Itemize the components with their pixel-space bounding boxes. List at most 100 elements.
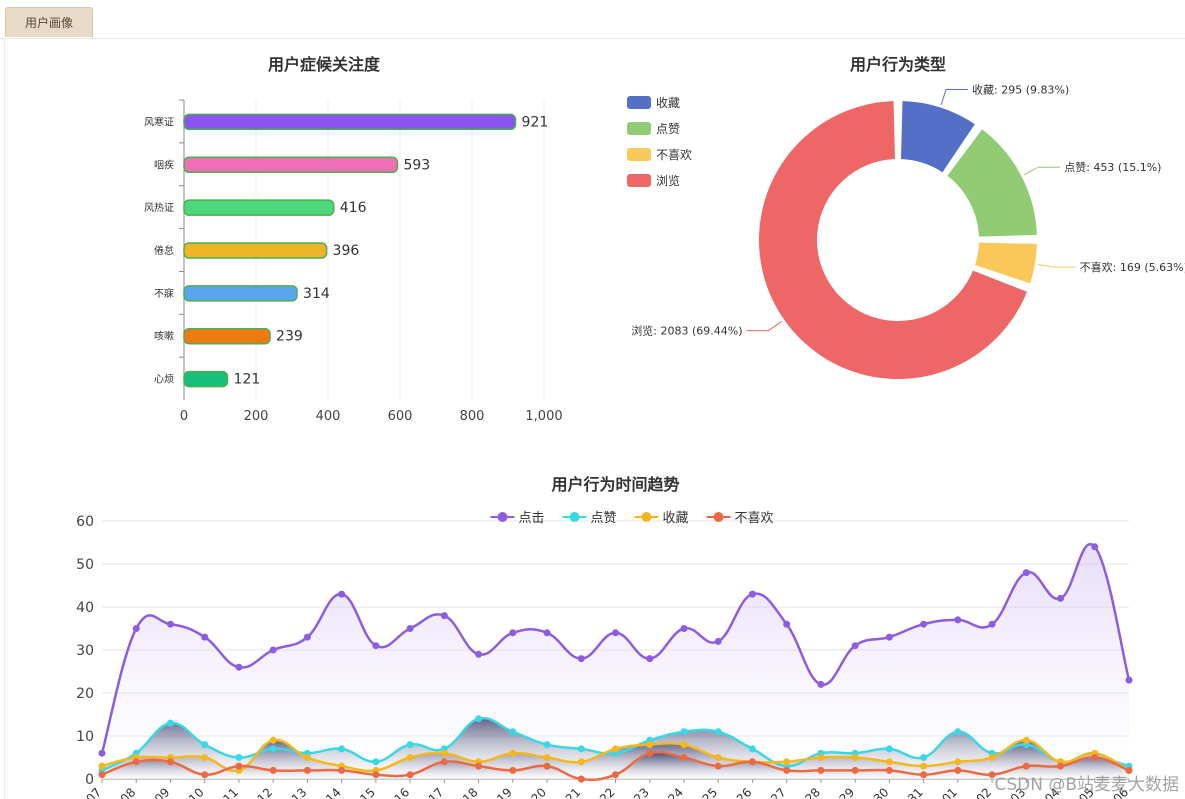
legend-dot-不喜欢[interactable] [713,512,724,522]
point-点赞[interactable] [475,715,483,723]
point-点击[interactable] [680,625,688,632]
point-收藏[interactable] [509,749,517,757]
point-点击[interactable] [646,655,654,663]
point-点击[interactable] [612,629,619,637]
point-不喜欢[interactable] [612,771,619,779]
point-点击[interactable] [817,680,825,688]
point-点赞[interactable] [954,728,962,736]
point-点击[interactable] [303,633,311,641]
point-点击[interactable] [1057,594,1065,602]
point-点击[interactable] [166,620,174,628]
point-收藏[interactable] [1022,736,1030,744]
point-收藏[interactable] [269,736,277,744]
point-收藏[interactable] [612,745,619,753]
legend-swatch-不喜欢[interactable] [627,148,651,161]
point-点赞[interactable] [269,745,277,753]
point-不喜欢[interactable] [509,766,517,774]
point-点击[interactable] [338,590,346,598]
point-不喜欢[interactable] [577,775,585,783]
legend-swatch-点赞[interactable] [627,122,651,135]
point-点击[interactable] [235,663,243,671]
point-点击[interactable] [851,642,859,650]
point-点击[interactable] [577,655,585,663]
point-点击[interactable] [1022,569,1030,577]
point-收藏[interactable] [406,754,414,761]
point-不喜欢[interactable] [98,771,106,779]
point-不喜欢[interactable] [714,762,722,770]
point-不喜欢[interactable] [543,762,551,770]
point-点击[interactable] [440,612,448,620]
legend-dot-点赞[interactable] [569,512,580,522]
point-收藏[interactable] [714,754,722,761]
point-不喜欢[interactable] [201,771,209,779]
point-不喜欢[interactable] [1091,754,1099,761]
legend-dot-收藏[interactable] [641,512,652,522]
point-不喜欢[interactable] [406,771,414,779]
point-不喜欢[interactable] [817,766,825,774]
point-收藏[interactable] [98,762,106,770]
point-点击[interactable] [543,629,551,637]
point-收藏[interactable] [646,741,654,749]
point-收藏[interactable] [920,762,928,770]
point-点赞[interactable] [577,745,585,753]
point-点赞[interactable] [920,754,928,761]
point-不喜欢[interactable] [269,766,277,774]
point-收藏[interactable] [885,758,893,766]
legend-dot-点击[interactable] [497,512,508,522]
point-不喜欢[interactable] [372,771,380,779]
point-收藏[interactable] [543,754,551,761]
point-不喜欢[interactable] [646,749,654,757]
point-点击[interactable] [372,642,380,650]
bar-咳嗽[interactable] [183,327,271,345]
point-不喜欢[interactable] [783,766,791,774]
point-收藏[interactable] [201,754,209,761]
point-收藏[interactable] [680,741,688,749]
point-不喜欢[interactable] [132,758,140,766]
point-收藏[interactable] [440,749,448,757]
point-点击[interactable] [406,625,414,632]
point-不喜欢[interactable] [440,758,448,766]
point-不喜欢[interactable] [885,766,893,774]
point-点赞[interactable] [885,745,893,753]
point-不喜欢[interactable] [1022,762,1030,770]
point-不喜欢[interactable] [954,766,962,774]
bar-咽疾[interactable] [183,156,399,174]
point-不喜欢[interactable] [166,758,174,766]
point-点击[interactable] [475,650,483,658]
point-点赞[interactable] [509,728,517,736]
point-点击[interactable] [98,749,106,757]
point-收藏[interactable] [851,754,859,761]
bar-心烦[interactable] [183,370,229,388]
point-收藏[interactable] [303,754,311,761]
point-点赞[interactable] [201,741,209,749]
legend-swatch-浏览[interactable] [627,174,651,187]
point-不喜欢[interactable] [851,766,859,774]
point-点击[interactable] [920,620,928,628]
point-点击[interactable] [1091,543,1099,551]
point-点赞[interactable] [166,719,174,727]
point-点击[interactable] [783,620,791,628]
bar-不寐[interactable] [183,285,298,302]
point-点赞[interactable] [714,728,722,736]
point-点击[interactable] [988,620,996,628]
point-点赞[interactable] [748,745,756,753]
point-不喜欢[interactable] [303,766,311,774]
bar-风寒证[interactable] [183,113,517,131]
point-不喜欢[interactable] [235,762,243,770]
point-点击[interactable] [714,637,722,645]
point-点赞[interactable] [338,745,346,753]
point-不喜欢[interactable] [920,771,928,779]
point-点击[interactable] [954,616,962,624]
bar-倦怠[interactable] [183,242,328,259]
point-点击[interactable] [132,625,140,632]
point-点击[interactable] [269,646,277,654]
point-收藏[interactable] [817,754,825,761]
point-点赞[interactable] [680,728,688,736]
point-收藏[interactable] [577,758,585,766]
point-点击[interactable] [201,633,209,641]
point-点赞[interactable] [372,758,380,766]
point-点击[interactable] [509,629,517,637]
point-点击[interactable] [1125,676,1133,684]
point-收藏[interactable] [783,758,791,766]
point-不喜欢[interactable] [475,762,483,770]
